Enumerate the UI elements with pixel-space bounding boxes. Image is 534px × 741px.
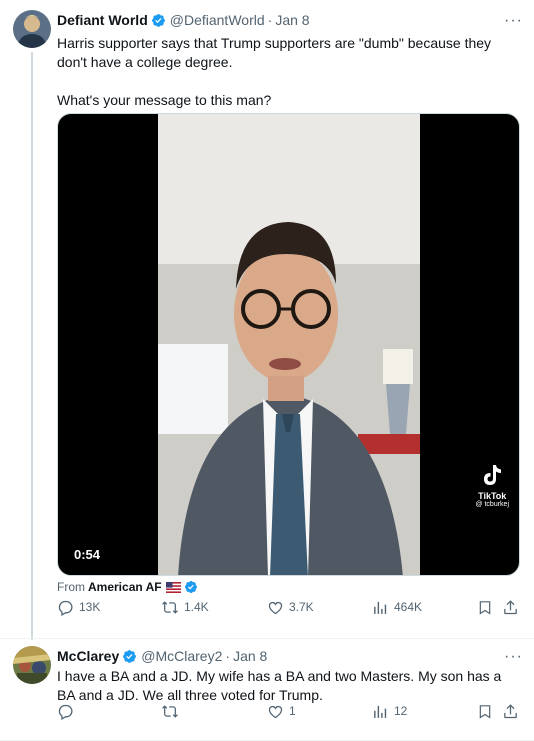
- post-text: Harris supporter says that Trump support…: [57, 35, 492, 108]
- separator-dot: ·: [225, 648, 231, 664]
- reply-icon: [58, 704, 73, 720]
- reply-button[interactable]: 13K: [57, 599, 100, 616]
- share-button[interactable]: [502, 599, 519, 616]
- reply-icon: [58, 600, 73, 616]
- views-button[interactable]: 464K: [372, 599, 422, 616]
- bookmark-icon: [479, 600, 491, 615]
- video-player[interactable]: TikTok @ tcburkej 0:54: [57, 113, 520, 576]
- bookmark-icon: [479, 704, 491, 719]
- reply-count: 13K: [79, 600, 101, 614]
- like-count: 1: [289, 704, 296, 718]
- repost-icon: [162, 704, 178, 718]
- post-text: I have a BA and a JD. My wife has a BA a…: [57, 668, 502, 703]
- view-count: 12: [394, 704, 408, 718]
- more-options-icon[interactable]: ···: [504, 13, 523, 29]
- tiktok-label: TikTok: [478, 491, 507, 501]
- post-header: McClarey @McClarey2 · Jan 8: [57, 648, 267, 664]
- analytics-icon: [374, 601, 387, 614]
- like-button[interactable]: 1: [267, 703, 296, 720]
- like-button[interactable]: 3.7K: [267, 599, 314, 616]
- like-count: 3.7K: [289, 600, 314, 614]
- from-prefix: From: [57, 580, 85, 594]
- repost-icon: [162, 600, 178, 614]
- timestamp[interactable]: Jan 8: [233, 648, 267, 664]
- share-button[interactable]: [502, 703, 519, 720]
- repost-button[interactable]: 1.4K: [161, 599, 209, 616]
- reply-button[interactable]: [57, 703, 79, 720]
- timestamp[interactable]: Jan 8: [275, 12, 309, 28]
- analytics-icon: [374, 705, 387, 718]
- tiktok-handle: @ tcburkej: [475, 501, 509, 508]
- display-name[interactable]: McClarey: [57, 648, 119, 664]
- source-account-link[interactable]: American AF: [88, 580, 162, 594]
- user-handle[interactable]: @DefiantWorld: [170, 12, 265, 28]
- avatar[interactable]: [13, 646, 51, 684]
- repost-count: 1.4K: [184, 600, 209, 614]
- view-count: 464K: [394, 600, 423, 614]
- share-icon: [504, 599, 517, 614]
- tiktok-logo-icon: [484, 465, 502, 485]
- tiktok-watermark: TikTok @ tcburkej: [475, 464, 509, 508]
- more-options-icon[interactable]: ···: [504, 649, 523, 665]
- video-frame: [158, 114, 420, 575]
- views-button[interactable]: 12: [372, 703, 407, 720]
- bookmark-button[interactable]: [477, 703, 493, 720]
- video-duration: 0:54: [74, 547, 101, 562]
- heart-icon: [268, 601, 283, 614]
- heart-icon: [268, 705, 283, 718]
- separator-dot: ·: [267, 12, 273, 28]
- repost-button[interactable]: [161, 703, 184, 720]
- verified-badge-icon[interactable]: [151, 13, 166, 28]
- video-source-attribution: From American AF: [57, 580, 202, 594]
- post-header: Defiant World @DefiantWorld · Jan 8: [57, 12, 310, 28]
- avatar[interactable]: [13, 10, 51, 48]
- us-flag-icon: [165, 581, 181, 593]
- bookmark-button[interactable]: [477, 599, 493, 616]
- display-name[interactable]: Defiant World: [57, 12, 148, 28]
- share-icon: [504, 703, 517, 718]
- verified-badge-icon[interactable]: [122, 649, 137, 664]
- verified-badge-icon[interactable]: [184, 580, 198, 594]
- user-handle[interactable]: @McClarey2: [141, 648, 222, 664]
- thread-connector-line: [31, 52, 33, 640]
- post-divider: [0, 638, 534, 639]
